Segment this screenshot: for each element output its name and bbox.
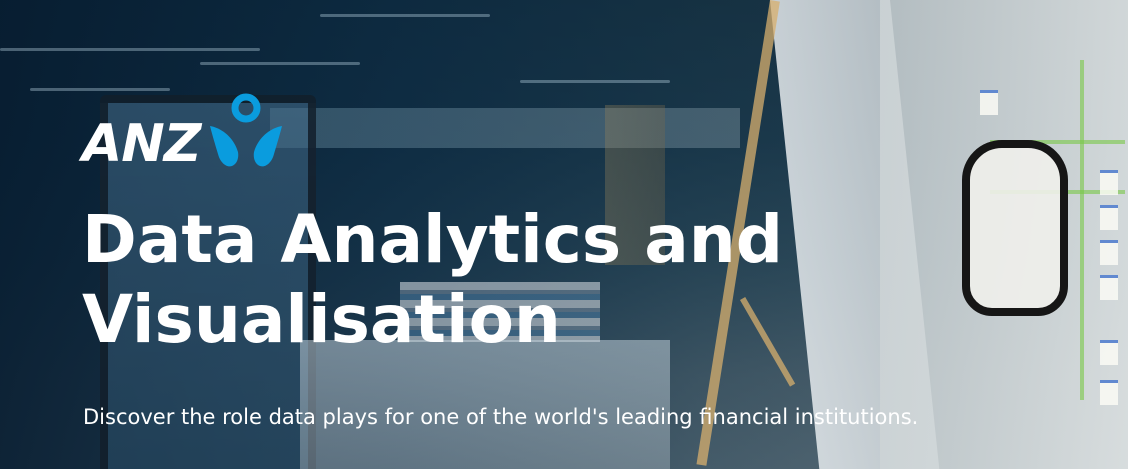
brand-wordmark: ANZ: [82, 114, 201, 174]
hero-banner: ANZ Data Analytics and Visualisation Dis…: [0, 0, 1128, 469]
anz-logo[interactable]: ANZ: [82, 92, 286, 172]
title-line-2: Visualisation: [82, 281, 561, 358]
page-title: Data Analytics and Visualisation: [82, 200, 842, 360]
hero-subtitle: Discover the role data plays for one of …: [83, 405, 919, 429]
title-line-1: Data Analytics and: [82, 201, 783, 278]
anz-people-logo-icon: [210, 93, 283, 167]
